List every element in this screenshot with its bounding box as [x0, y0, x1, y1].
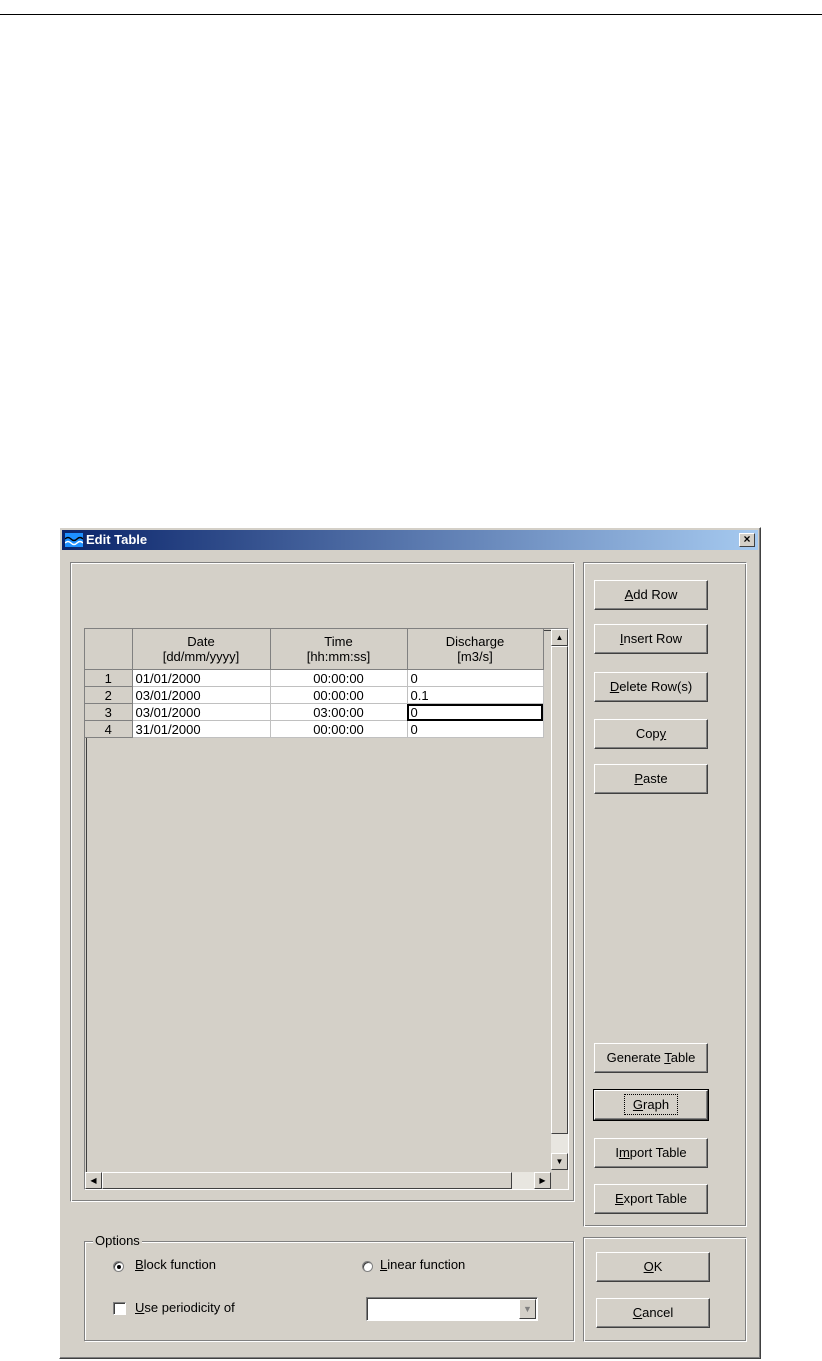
dialog-title: Edit Table — [86, 532, 148, 547]
scroll-up-icon[interactable]: ▲ — [551, 629, 568, 646]
edit-table-dialog: Edit Table × Date [dd/mm/yyyy] Time [hh:mm… — [59, 527, 761, 1359]
generate-table-button[interactable]: Generate Table — [594, 1043, 708, 1073]
table-row: 4 31/01/2000 00:00:00 0 — [85, 720, 544, 738]
row-number[interactable]: 2 — [85, 686, 133, 704]
column-header-discharge[interactable]: Discharge [m3/s] — [407, 629, 544, 670]
cell-date[interactable]: 31/01/2000 — [132, 720, 271, 738]
cell-date[interactable]: 03/01/2000 — [132, 703, 271, 721]
table-row: 2 03/01/2000 00:00:00 0.1 — [85, 686, 544, 704]
column-header-date[interactable]: Date [dd/mm/yyyy] — [132, 629, 271, 670]
app-wave-icon — [65, 533, 83, 547]
scroll-right-icon[interactable]: ▶ — [534, 1172, 551, 1189]
insert-row-button[interactable]: Insert Row — [594, 624, 708, 654]
cell-discharge[interactable]: 0 — [407, 720, 544, 738]
block-function-label[interactable]: Block function — [135, 1257, 216, 1272]
cell-discharge-active[interactable]: 0 — [407, 703, 544, 721]
data-table: Date [dd/mm/yyyy] Time [hh:mm:ss] Discharg… — [85, 629, 544, 738]
use-periodicity-label[interactable]: Use periodicity of — [135, 1300, 235, 1315]
table-row: 3 03/01/2000 03:00:00 0 — [85, 703, 544, 721]
data-grid: Date [dd/mm/yyyy] Time [hh:mm:ss] Discharg… — [84, 628, 569, 1190]
options-group-label: Options — [93, 1233, 142, 1248]
add-row-button[interactable]: Add Row — [594, 580, 708, 610]
paste-button[interactable]: Paste — [594, 764, 708, 794]
scroll-down-icon[interactable]: ▼ — [551, 1153, 568, 1170]
cell-time[interactable]: 00:00:00 — [270, 720, 408, 738]
ok-button[interactable]: OK — [596, 1252, 710, 1282]
scroll-left-icon[interactable]: ◀ — [85, 1172, 102, 1189]
import-table-button[interactable]: Import Table — [594, 1138, 708, 1168]
options-group: Options — [84, 1233, 574, 1341]
row-number[interactable]: 1 — [85, 669, 133, 687]
block-function-radio[interactable] — [113, 1261, 124, 1272]
actions-panel — [583, 562, 747, 1227]
close-icon[interactable]: × — [739, 533, 755, 547]
graph-button[interactable]: Graph — [593, 1089, 709, 1121]
linear-function-label[interactable]: Linear function — [380, 1257, 465, 1272]
cell-time[interactable]: 00:00:00 — [270, 686, 408, 704]
scroll-corner — [551, 1170, 568, 1189]
table-header-row: Date [dd/mm/yyyy] Time [hh:mm:ss] Discharg… — [85, 629, 544, 670]
page-top-rule — [0, 14, 822, 15]
row-number[interactable]: 3 — [85, 703, 133, 721]
cell-discharge[interactable]: 0 — [407, 669, 544, 687]
vertical-scroll-thumb[interactable] — [551, 646, 568, 1134]
horizontal-scrollbar[interactable]: ◀ ▶ — [85, 1172, 551, 1189]
copy-button[interactable]: Copy — [594, 719, 708, 749]
table-row: 1 01/01/2000 00:00:00 0 — [85, 669, 544, 687]
column-header-time[interactable]: Time [hh:mm:ss] — [270, 629, 408, 670]
cancel-button[interactable]: Cancel — [596, 1298, 710, 1328]
use-periodicity-checkbox[interactable] — [113, 1302, 126, 1315]
title-bar[interactable]: Edit Table × — [62, 530, 758, 550]
row-number-header — [85, 629, 133, 670]
vertical-scrollbar[interactable]: ▲ ▼ — [551, 629, 568, 1170]
row-number[interactable]: 4 — [85, 720, 133, 738]
periodicity-select[interactable]: ▼ — [366, 1297, 538, 1321]
horizontal-scroll-thumb[interactable] — [102, 1172, 512, 1189]
cell-date[interactable]: 03/01/2000 — [132, 686, 271, 704]
cell-date[interactable]: 01/01/2000 — [132, 669, 271, 687]
delete-rows-button[interactable]: Delete Row(s) — [594, 672, 708, 702]
export-table-button[interactable]: Export Table — [594, 1184, 708, 1214]
cell-time[interactable]: 00:00:00 — [270, 669, 408, 687]
chevron-down-icon[interactable]: ▼ — [519, 1299, 536, 1319]
linear-function-radio[interactable] — [362, 1261, 373, 1272]
cell-discharge[interactable]: 0.1 — [407, 686, 544, 704]
cell-time[interactable]: 03:00:00 — [270, 703, 408, 721]
